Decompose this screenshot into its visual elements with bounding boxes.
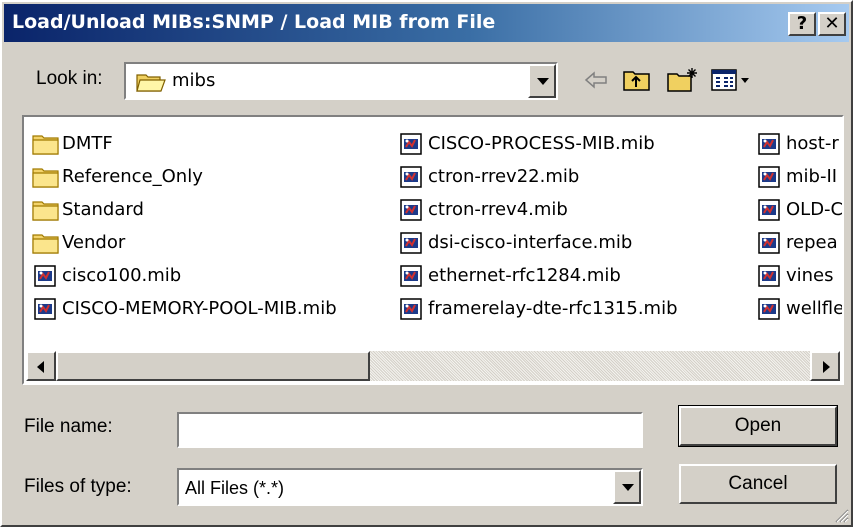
- mib-file-icon: [756, 297, 784, 321]
- mib-file-icon: [398, 198, 426, 222]
- files-of-type-value: All Files (*.*): [185, 478, 285, 498]
- cancel-button[interactable]: Cancel: [679, 464, 837, 504]
- file-item[interactable]: ethernet-rfc1284.mib: [398, 259, 678, 292]
- close-button[interactable]: ✕: [818, 12, 846, 36]
- file-item[interactable]: dsi-cisco-interface.mib: [398, 226, 678, 259]
- up-folder-icon[interactable]: [622, 66, 652, 94]
- open-folder-icon: [136, 74, 166, 92]
- mib-file-icon: [756, 231, 784, 255]
- scrollbar-thumb[interactable]: [56, 351, 370, 381]
- item-label: CISCO-PROCESS-MIB.mib: [428, 133, 655, 154]
- files-of-type-label: Files of type:: [24, 476, 132, 497]
- files-of-type-dropdown-button[interactable]: [613, 470, 641, 504]
- resize-grip-icon[interactable]: [831, 505, 849, 523]
- file-item[interactable]: vines: [756, 259, 842, 292]
- file-item[interactable]: framerelay-dte-rfc1315.mib: [398, 292, 678, 325]
- dialog-title: Load/Unload MIBs:SNMP / Load MIB from Fi…: [12, 11, 496, 33]
- folder-item[interactable]: DMTF: [32, 127, 337, 160]
- item-label: cisco100.mib: [62, 265, 182, 286]
- look-in-value: mibs: [172, 70, 216, 91]
- scroll-left-button[interactable]: [26, 351, 56, 381]
- mib-file-icon: [756, 198, 784, 222]
- horizontal-scrollbar[interactable]: [26, 351, 840, 381]
- item-label: DMTF: [62, 133, 113, 154]
- folder-icon: [32, 198, 60, 222]
- file-item[interactable]: repea: [756, 226, 842, 259]
- back-arrow-icon[interactable]: [582, 66, 610, 94]
- file-column-2: CISCO-PROCESS-MIB.mib ctron-rrev22.mib ctr…: [398, 127, 678, 325]
- item-label: CISCO-MEMORY-POOL-MIB.mib: [62, 298, 337, 319]
- scroll-right-button[interactable]: [810, 351, 840, 381]
- look-in-label: Look in:: [36, 68, 103, 89]
- item-label: repea: [786, 232, 838, 253]
- item-label: Standard: [62, 199, 144, 220]
- look-in-dropdown[interactable]: mibs: [124, 62, 558, 100]
- mib-file-icon: [398, 165, 426, 189]
- view-menu-icon[interactable]: [710, 66, 754, 94]
- item-label: dsi-cisco-interface.mib: [428, 232, 633, 253]
- item-label: framerelay-dte-rfc1315.mib: [428, 298, 678, 319]
- file-item[interactable]: ctron-rrev22.mib: [398, 160, 678, 193]
- mib-file-icon: [756, 132, 784, 156]
- mib-file-icon: [756, 165, 784, 189]
- mib-file-icon: [32, 264, 60, 288]
- open-button[interactable]: Open: [678, 405, 838, 447]
- file-item[interactable]: mib-II: [756, 160, 842, 193]
- chevron-down-icon: [622, 484, 634, 491]
- file-item[interactable]: cisco100.mib: [32, 259, 337, 292]
- item-label: Reference_Only: [62, 166, 203, 187]
- title-bar[interactable]: Load/Unload MIBs:SNMP / Load MIB from Fi…: [4, 4, 849, 42]
- item-label: ctron-rrev4.mib: [428, 199, 568, 220]
- file-item[interactable]: ctron-rrev4.mib: [398, 193, 678, 226]
- file-item[interactable]: CISCO-MEMORY-POOL-MIB.mib: [32, 292, 337, 325]
- item-label: vines: [786, 265, 834, 286]
- item-label: ethernet-rfc1284.mib: [428, 265, 621, 286]
- file-name-label: File name:: [24, 416, 113, 437]
- look-in-dropdown-button[interactable]: [528, 64, 556, 98]
- file-item[interactable]: wellfle: [756, 292, 844, 325]
- open-file-dialog: Load/Unload MIBs:SNMP / Load MIB from Fi…: [0, 0, 853, 527]
- mib-file-icon: [756, 264, 784, 288]
- mib-file-icon: [398, 264, 426, 288]
- item-label: mib-II: [786, 166, 838, 187]
- folder-icon: [32, 165, 60, 189]
- file-item[interactable]: host-r: [756, 127, 842, 160]
- arrow-left-icon: [37, 361, 44, 373]
- file-item[interactable]: CISCO-PROCESS-MIB.mib: [398, 127, 678, 160]
- file-list[interactable]: DMTF Reference_Only Standard Vendor cisco100…: [22, 115, 844, 385]
- folder-icon: [32, 132, 60, 156]
- folder-item[interactable]: Reference_Only: [32, 160, 337, 193]
- file-column-1: DMTF Reference_Only Standard Vendor cisco100…: [32, 127, 337, 325]
- file-name-input[interactable]: [177, 412, 643, 448]
- folder-icon: [32, 231, 60, 255]
- item-label: wellfle: [786, 298, 844, 319]
- help-button[interactable]: ?: [788, 12, 816, 36]
- new-folder-icon[interactable]: [666, 66, 700, 94]
- item-label: ctron-rrev22.mib: [428, 166, 580, 187]
- item-label: OLD-C: [786, 199, 844, 220]
- mib-file-icon: [398, 132, 426, 156]
- chevron-down-icon: [537, 78, 549, 85]
- arrow-right-icon: [823, 361, 830, 373]
- item-label: Vendor: [62, 232, 126, 253]
- file-column-3: host-r mib-II OLD-C repea vines wellfle: [756, 127, 844, 325]
- mib-file-icon: [398, 297, 426, 321]
- mib-file-icon: [32, 297, 60, 321]
- files-of-type-dropdown[interactable]: All Files (*.*): [177, 468, 643, 506]
- folder-item[interactable]: Vendor: [32, 226, 337, 259]
- mib-file-icon: [398, 231, 426, 255]
- item-label: host-r: [786, 133, 839, 154]
- file-item[interactable]: OLD-C: [756, 193, 844, 226]
- folder-item[interactable]: Standard: [32, 193, 337, 226]
